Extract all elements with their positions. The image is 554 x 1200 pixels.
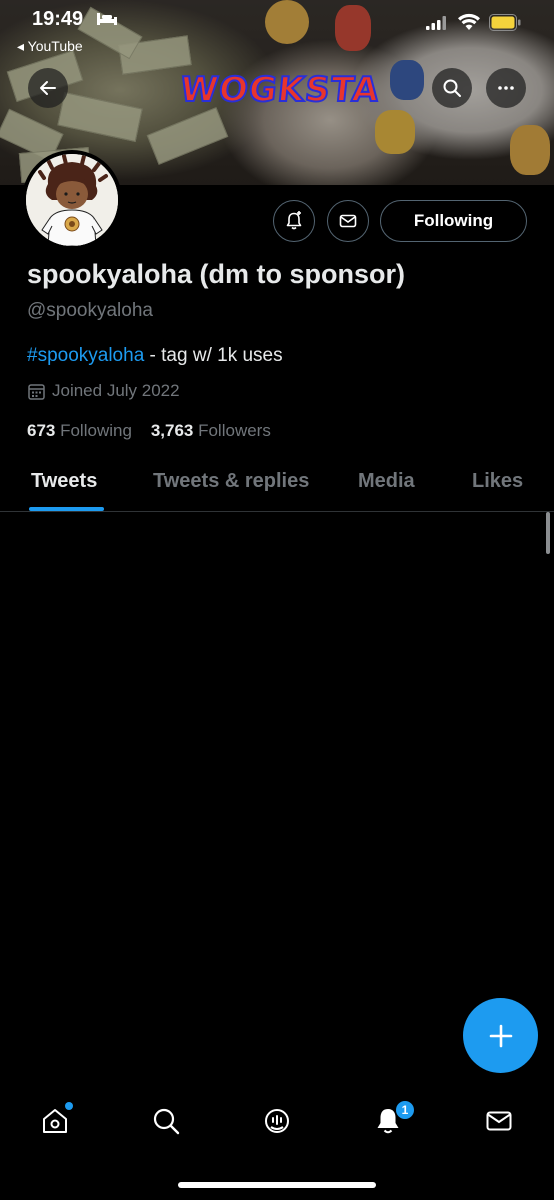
nav-spaces[interactable] [260,1104,294,1138]
sleep-focus-icon [97,13,117,25]
bio-hashtag-link[interactable]: #spookyaloha [27,345,144,366]
bottom-navigation: 1 [0,1090,554,1152]
more-horizontal-icon [498,86,514,90]
following-count: 673 [27,421,56,440]
followers-count-link[interactable]: 3,763 Followers [151,421,271,440]
home-icon [43,1109,67,1133]
followers-label: Followers [193,421,271,440]
profile-avatar[interactable] [22,150,122,250]
tab-likes[interactable]: Likes [472,470,523,493]
following-button[interactable]: Following [380,200,527,242]
scrollbar[interactable] [546,512,550,554]
joined-date: Joined July 2022 [27,381,180,401]
nav-search[interactable] [149,1104,183,1138]
avatar-illustration [26,154,118,246]
tab-media[interactable]: Media [358,470,415,493]
profile-bio: #spookyaloha - tag w/ 1k uses [27,345,283,367]
profile-tabs: Tweets Tweets & replies Media Likes [0,458,554,512]
battery-icon [489,14,521,31]
wifi-icon [458,13,480,30]
more-options-button[interactable] [486,68,526,108]
message-button[interactable] [327,200,369,242]
followers-count: 3,763 [150,421,194,440]
notifications-badge: 1 [395,1100,415,1120]
calendar-icon [28,383,45,400]
following-label: Following [55,421,132,440]
compose-tweet-button[interactable] [463,998,538,1073]
home-unread-dot [65,1102,73,1110]
tab-tweets[interactable]: Tweets [31,470,97,493]
display-name: spookyaloha (dm to sponsor) [27,259,406,289]
nav-messages[interactable] [482,1104,516,1138]
arrow-left-icon [40,81,56,95]
cellular-signal-icon [426,16,446,30]
back-to-app-link[interactable]: ◂ YouTube [17,38,83,55]
active-tab-indicator [29,507,104,511]
back-button[interactable] [28,68,68,108]
search-icon [153,1108,180,1135]
messages-icon [486,1111,512,1131]
search-icon [443,79,461,97]
spaces-icon [265,1109,289,1133]
tab-tweets-and-replies[interactable]: Tweets & replies [153,470,309,493]
follow-counts: 673 Following 3,763 Followers [27,421,271,441]
status-time: 19:49 [32,8,84,30]
banner-wordmark: WOGKSTA [177,69,382,111]
notifications-subscribe-button[interactable] [273,200,315,242]
joined-text: Joined July 2022 [52,381,180,400]
home-indicator[interactable] [178,1182,376,1188]
status-bar: 19:49 ◂ YouTube [0,0,554,56]
search-profile-button[interactable] [432,68,472,108]
bio-text: - tag w/ 1k uses [144,345,283,366]
profile-handle: @spookyaloha [27,300,153,321]
following-count-link[interactable]: 673 Following [27,421,132,440]
plus-icon [489,1024,512,1047]
bell-plus-icon [286,211,302,230]
mail-icon [339,214,357,228]
